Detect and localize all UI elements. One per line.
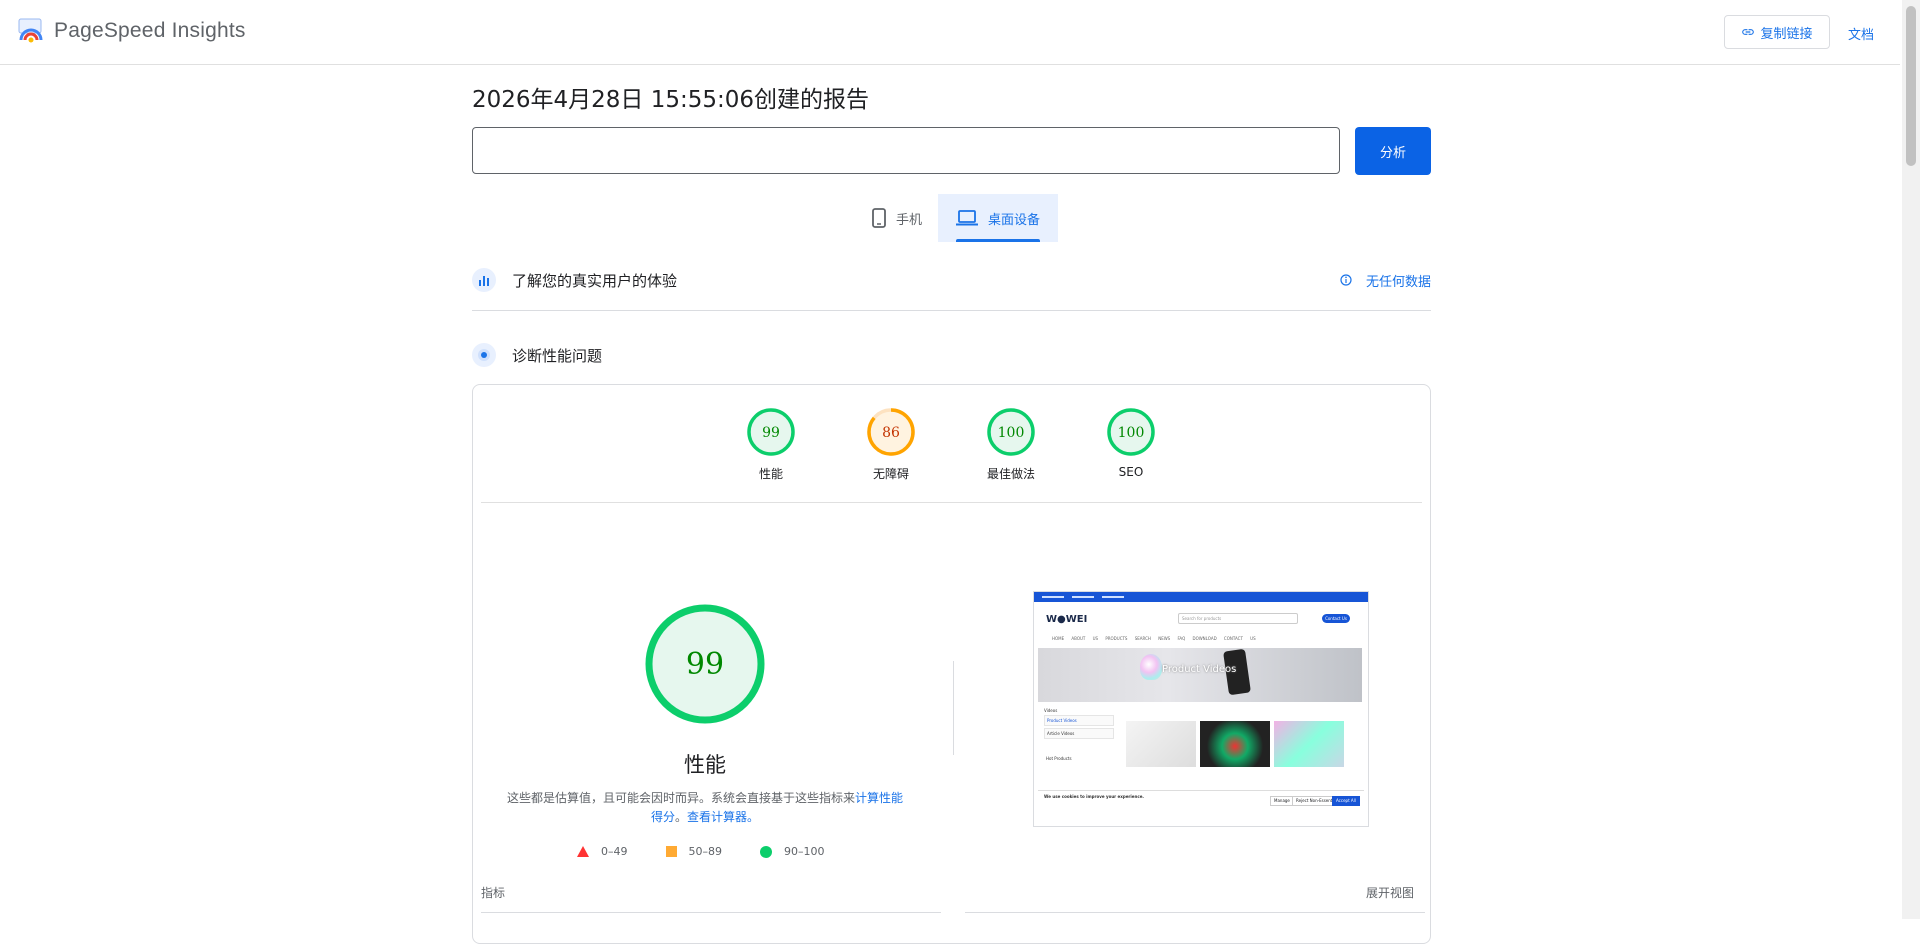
gauge-performance[interactable]: 99 性能 xyxy=(731,407,811,482)
legend-range: 50–89 xyxy=(688,845,723,858)
gauge-ring: 100 xyxy=(1107,408,1155,456)
card-divider xyxy=(481,502,1422,503)
legend-average: 50–89 xyxy=(665,845,723,858)
copy-link-label: 复制链接 xyxy=(1760,26,1813,42)
gauge-label: SEO xyxy=(1118,465,1144,479)
field-data-section[interactable]: 了解您的真实用户的体验 无任何数据 xyxy=(472,260,1431,300)
svg-text:100: 100 xyxy=(998,425,1025,441)
vertical-divider xyxy=(953,661,954,755)
gauge-label: 最佳做法 xyxy=(986,467,1035,481)
users-chart-icon xyxy=(472,268,496,292)
site-side-item: Product Videos xyxy=(1044,715,1114,726)
info-icon xyxy=(1340,274,1352,286)
legend-range: 90–100 xyxy=(784,845,825,858)
gauge-seo[interactable]: 100 SEO xyxy=(1091,407,1171,479)
gauge-best-practices[interactable]: 100 最佳做法 xyxy=(971,407,1051,482)
performance-description: 这些都是估算值，且可能会因时而异。系统会直接基于这些指标来计算性能得分。查看计算… xyxy=(503,789,907,827)
gauge-label: 性能 xyxy=(758,467,783,481)
analyze-button[interactable]: 分析 xyxy=(1355,127,1431,175)
no-data-link[interactable]: 无任何数据 xyxy=(1340,271,1431,290)
tab-desktop[interactable]: 桌面设备 xyxy=(938,194,1058,242)
link-icon xyxy=(1742,29,1755,35)
site-contact-button: Contact Us xyxy=(1322,614,1350,623)
cookie-manage-button: Manage xyxy=(1270,796,1294,806)
description-text: 这些都是估算值，且可能会因时而异。系统会直接基于这些指标来 xyxy=(506,791,855,805)
section-divider xyxy=(472,310,1431,311)
site-sidebar: Videos Product Videos Article Videos xyxy=(1044,708,1114,739)
scrollbar-thumb[interactable] xyxy=(1906,6,1916,166)
field-data-label: 了解您的真实用户的体验 xyxy=(512,271,678,290)
metrics-divider xyxy=(481,912,941,913)
legend-range: 0–49 xyxy=(601,845,628,858)
top-bar: PageSpeed Insights 复制链接 文档 xyxy=(0,0,1900,65)
performance-big-gauge: 99 xyxy=(644,603,766,729)
metrics-divider xyxy=(965,912,1425,913)
page-screenshot[interactable]: W●WEI Search for products Contact Us HOM… xyxy=(1033,591,1369,827)
diagnose-section: 诊断性能问题 xyxy=(472,335,1431,375)
svg-text:99: 99 xyxy=(762,425,780,441)
site-banner xyxy=(1038,648,1362,702)
calculator-link[interactable]: 查看计算器。 xyxy=(687,810,759,824)
laptop-icon xyxy=(955,210,978,226)
report-card: 99 性能 86 无障碍 100 最佳做法 100 SEO 99 性能 这些都是… xyxy=(472,384,1431,944)
big-gauge-ring: 99 xyxy=(645,604,765,724)
no-data-label: 无任何数据 xyxy=(1365,274,1431,290)
score-legend: 0–49 50–89 90–100 xyxy=(577,845,863,858)
app-logo[interactable]: PageSpeed Insights xyxy=(18,18,246,44)
diagnose-label: 诊断性能问题 xyxy=(512,346,603,365)
svg-text:99: 99 xyxy=(686,647,724,682)
app-title: PageSpeed Insights xyxy=(54,19,246,42)
site-logo: W●WEI xyxy=(1046,614,1088,625)
site-topbar xyxy=(1034,592,1368,602)
site-nav: HOME ABOUT US PRODUCTS SEARCH NEWS FAQ D… xyxy=(1052,636,1256,641)
lab-data-icon xyxy=(472,343,496,367)
tab-mobile[interactable]: 手机 xyxy=(856,194,938,242)
gauge-ring: 99 xyxy=(747,408,795,456)
metrics-label: 指标 xyxy=(481,886,506,900)
video-thumb xyxy=(1200,721,1270,767)
tab-desktop-label: 桌面设备 xyxy=(987,212,1040,228)
square-icon xyxy=(665,846,677,857)
pagespeed-logo-icon xyxy=(18,18,43,43)
video-thumb xyxy=(1126,721,1196,767)
circle-icon xyxy=(760,845,772,858)
site-hot-products: Hot Products xyxy=(1046,756,1072,761)
copy-link-button[interactable]: 复制链接 xyxy=(1724,15,1830,49)
smartphone-icon xyxy=(872,208,886,228)
gauge-ring: 86 xyxy=(867,408,915,456)
report-title: 2026年4月28日 15:55:06创建的报告 xyxy=(472,87,870,113)
gauge-label: 无障碍 xyxy=(872,467,909,481)
cookie-title: We use cookies to improve your experienc… xyxy=(1044,794,1144,799)
triangle-icon xyxy=(577,846,589,857)
performance-title: 性能 xyxy=(684,753,726,777)
cookie-accept-button: Accept All xyxy=(1332,796,1360,806)
svg-text:100: 100 xyxy=(1118,425,1145,441)
description-sep: 。 xyxy=(674,810,687,824)
page-scrollbar[interactable] xyxy=(1902,0,1920,919)
site-banner-text: Product Videos xyxy=(1162,664,1237,675)
gauge-ring: 100 xyxy=(987,408,1035,456)
site-side-title: Videos xyxy=(1044,708,1058,713)
bulb-image xyxy=(1140,654,1162,680)
url-input[interactable] xyxy=(472,127,1340,174)
expand-view-button[interactable]: 展开视图 xyxy=(1366,884,1414,901)
score-gauges: 99 性能 86 无障碍 100 最佳做法 100 SEO xyxy=(473,385,1432,495)
docs-link[interactable]: 文档 xyxy=(1848,24,1874,43)
legend-pass: 90–100 xyxy=(760,845,825,858)
legend-fail: 0–49 xyxy=(577,845,628,858)
gauge-accessibility[interactable]: 86 无障碍 xyxy=(851,407,931,482)
tab-mobile-label: 手机 xyxy=(895,212,922,228)
site-side-item: Article Videos xyxy=(1044,728,1114,739)
svg-text:86: 86 xyxy=(882,425,900,441)
video-thumb xyxy=(1274,721,1344,767)
site-search: Search for products xyxy=(1178,613,1298,624)
